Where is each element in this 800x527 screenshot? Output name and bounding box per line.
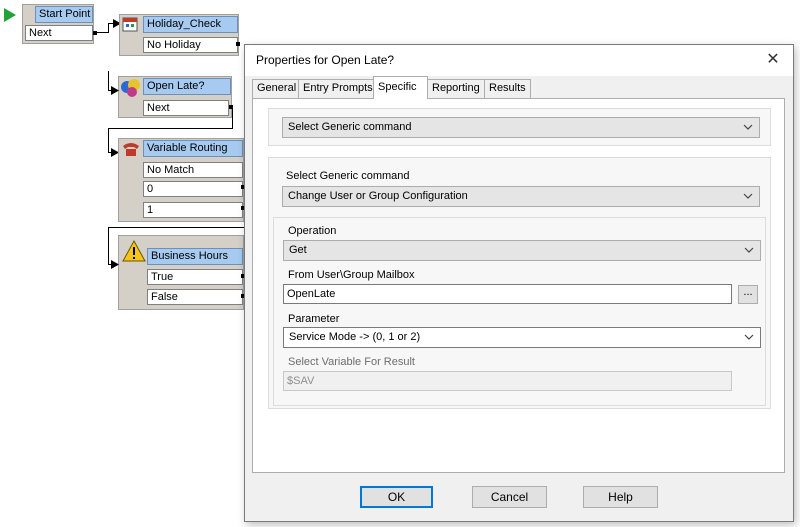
wire-arrowhead-icon [111,260,119,269]
chevron-down-icon [743,193,753,199]
chevron-down-icon [744,247,754,253]
generic-command-label: Select Generic command [286,170,410,182]
start-point-title: Start Point [35,6,93,23]
calendar-icon [122,17,138,32]
start-point-node[interactable]: Start Point Next [22,4,94,44]
wire-segment [108,23,109,33]
wire-segment [108,128,109,152]
tab-general[interactable]: General [252,79,299,98]
open-late-node[interactable]: Open Late? Next [118,76,232,118]
result-variable-label: Select Variable For Result [288,356,415,368]
specific-tab-panel: Select Generic command Select Generic co… [252,98,785,473]
command-type-select[interactable]: Select Generic command [282,117,760,138]
business-hours-title: Business Hours [147,248,243,265]
holiday-check-node[interactable]: Holiday_Check No Holiday [119,14,239,56]
business-hours-node[interactable]: Business Hours True False [118,235,244,310]
wire-segment [108,227,244,228]
holiday-check-exit-port[interactable] [236,42,240,46]
result-variable-input: $SAV [283,371,732,391]
parameter-select[interactable]: Service Mode -> (0, 1 or 2) [283,327,761,348]
warning-icon [122,240,146,262]
properties-dialog[interactable]: Properties for Open Late? ✕ General Entr… [244,44,794,522]
variable-routing-title: Variable Routing [143,140,243,157]
wire-segment [108,71,109,90]
operation-value: Get [289,244,307,256]
telephone-icon [123,143,139,156]
cancel-button[interactable]: Cancel [472,486,547,508]
wire-segment [232,106,233,128]
wire-segment [108,227,109,264]
wire-segment [108,128,233,129]
tab-entry-prompts[interactable]: Entry Prompts [298,79,374,98]
mailbox-browse-button[interactable]: ... [738,285,758,304]
generic-command-select[interactable]: Change User or Group Configuration [282,186,760,207]
start-point-exit-next[interactable]: Next [25,25,93,41]
business-hours-exit-true[interactable]: True [147,269,243,285]
close-icon[interactable]: ✕ [763,50,783,70]
tab-specific[interactable]: Specific [373,76,428,99]
start-arrow-icon [4,8,16,22]
chevron-down-icon [743,124,753,130]
dialog-title: Properties for Open Late? [256,53,395,67]
wire-arrowhead-icon [111,86,119,95]
help-button[interactable]: Help [583,486,658,508]
generic-command-group: Select Generic command Change User or Gr… [268,157,771,409]
variable-routing-exit-0[interactable]: 0 [143,181,243,197]
business-hours-exit-false[interactable]: False [147,289,243,305]
tab-reporting[interactable]: Reporting [427,79,485,98]
operation-select[interactable]: Get [283,240,761,261]
generic-command-value: Change User or Group Configuration [288,190,468,202]
generic-command-icon [121,79,140,97]
open-late-title: Open Late? [143,78,231,95]
dialog-title-bar[interactable]: Properties for Open Late? ✕ [245,45,793,76]
variable-routing-exit-no-match[interactable]: No Match [143,162,243,178]
tab-results[interactable]: Results [484,79,531,98]
operation-label: Operation [288,225,337,237]
configuration-group: Operation Get From User\Group Mailbox Op… [273,217,766,406]
open-late-exit-next[interactable]: Next [143,100,229,116]
holiday-check-title: Holiday_Check [143,16,238,33]
command-type-group: Select Generic command [268,108,771,146]
command-type-value: Select Generic command [288,121,412,133]
chevron-down-icon [744,334,754,340]
parameter-value: Service Mode -> (0, 1 or 2) [289,331,421,343]
variable-routing-exit-1[interactable]: 1 [143,202,243,218]
mailbox-input[interactable]: OpenLate [283,284,732,304]
holiday-check-exit-no-holiday[interactable]: No Holiday [143,37,238,53]
parameter-label: Parameter [288,313,340,325]
variable-routing-node[interactable]: Variable Routing No Match 0 1 [118,138,244,222]
ok-button[interactable]: OK [360,486,433,508]
mailbox-label: From User\Group Mailbox [288,269,415,281]
